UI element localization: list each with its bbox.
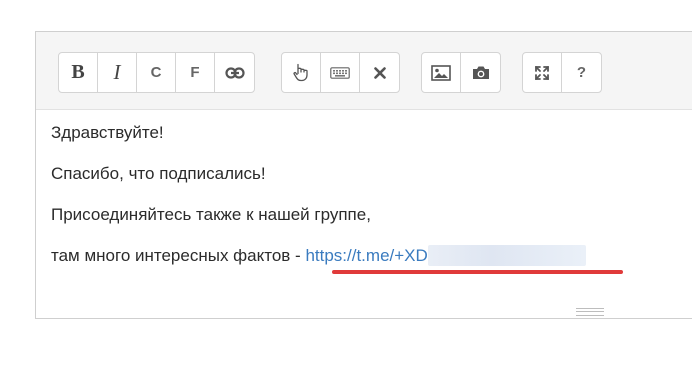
fullscreen-button[interactable] <box>523 53 562 92</box>
group-invite-link[interactable]: https://t.me/+XD <box>305 246 427 265</box>
close-icon <box>373 66 386 79</box>
view-button-group: ? <box>522 52 602 93</box>
hand-pointer-button[interactable] <box>282 53 321 92</box>
insert-button-group <box>281 52 400 93</box>
editor-content[interactable]: Здравствуйте! Спасибо, что подписались! … <box>51 122 684 286</box>
greeting-line: Здравствуйте! <box>51 123 164 142</box>
clear-format-button[interactable] <box>360 53 399 92</box>
rich-text-editor: B I C F ? Здравствуйте! Спасибо, что под… <box>35 31 692 319</box>
link-icon <box>224 66 245 79</box>
link-button[interactable] <box>215 53 254 92</box>
image-icon <box>431 64 451 81</box>
media-button-group <box>421 52 501 93</box>
fullscreen-icon <box>535 65 549 80</box>
f-format-button[interactable]: F <box>176 53 215 92</box>
camera-icon <box>472 66 489 79</box>
redacted-link-region <box>427 245 586 266</box>
italic-button[interactable]: I <box>98 53 137 92</box>
camera-button[interactable] <box>461 53 500 92</box>
join-group-line: Присоединяйтесь также к нашей группе, <box>51 205 371 224</box>
editor-toolbar: B I C F ? <box>36 32 692 110</box>
bold-button[interactable]: B <box>59 53 98 92</box>
thanks-line: Спасибо, что подписались! <box>51 164 266 183</box>
insert-image-button[interactable] <box>422 53 461 92</box>
help-button[interactable]: ? <box>562 53 601 92</box>
keyboard-icon <box>330 66 350 79</box>
c-format-button[interactable]: C <box>137 53 176 92</box>
keyboard-button[interactable] <box>321 53 360 92</box>
help-icon: ? <box>576 64 587 81</box>
resize-handle[interactable] <box>576 308 604 316</box>
link-line: там много интересных фактов - https://t.… <box>51 245 684 266</box>
format-button-group: B I C F <box>58 52 255 93</box>
hand-pointer-icon <box>293 63 308 82</box>
link-line-prefix: там много интересных фактов - <box>51 246 306 265</box>
annotation-underline <box>332 270 623 274</box>
